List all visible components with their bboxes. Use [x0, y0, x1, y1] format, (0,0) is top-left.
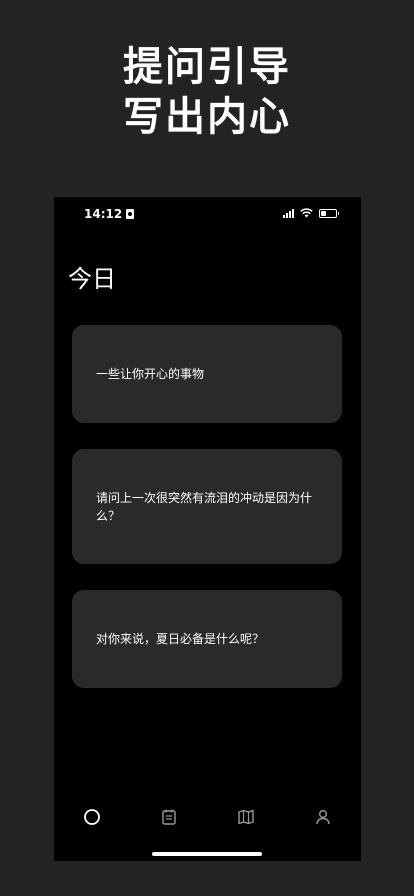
- status-bar: 14:12: [54, 197, 361, 231]
- promo-line-2: 写出内心: [123, 94, 291, 140]
- wifi-icon: [300, 208, 313, 218]
- promo-headline: 提问引导 写出内心: [0, 42, 414, 142]
- tab-journal[interactable]: [157, 805, 181, 829]
- promo-line-1: 提问引导: [123, 44, 291, 90]
- prompt-card[interactable]: 对你来说，夏日必备是什么呢？: [72, 590, 342, 688]
- prompt-text: 对你来说，夏日必备是什么呢？: [96, 632, 265, 646]
- calendar-icon: [162, 809, 176, 825]
- circle-icon: [84, 809, 101, 825]
- prompt-card[interactable]: 请问上一次很突然有流泪的冲动是因为什么？: [72, 449, 342, 564]
- status-time: 14:12: [84, 207, 123, 221]
- person-icon: [315, 810, 330, 825]
- tab-profile[interactable]: [311, 805, 335, 829]
- home-indicator[interactable]: [152, 852, 262, 856]
- cellular-signal-icon: [283, 208, 294, 218]
- prompt-text: 请问上一次很突然有流泪的冲动是因为什么？: [96, 490, 313, 523]
- status-icons: [283, 208, 339, 218]
- status-time-group: 14:12: [84, 207, 135, 221]
- tab-today[interactable]: [80, 805, 104, 829]
- promo-page: 提问引导 写出内心 14:12 今日 一些让你开心的事物 请问上一次很突然有流泪…: [0, 0, 414, 896]
- phone-screen: 14:12 今日 一些让你开心的事物 请问上一次很突然有流泪的冲动是因为什么？ …: [54, 197, 361, 861]
- tab-explore[interactable]: [234, 805, 258, 829]
- tab-bar: [54, 802, 361, 832]
- map-icon: [238, 809, 254, 825]
- page-title: 今日: [68, 265, 116, 293]
- prompt-text: 一些让你开心的事物: [96, 367, 205, 381]
- contact-badge-icon: [126, 209, 135, 219]
- battery-level: [321, 210, 326, 216]
- prompt-card[interactable]: 一些让你开心的事物: [72, 325, 342, 423]
- battery-icon: [319, 208, 339, 218]
